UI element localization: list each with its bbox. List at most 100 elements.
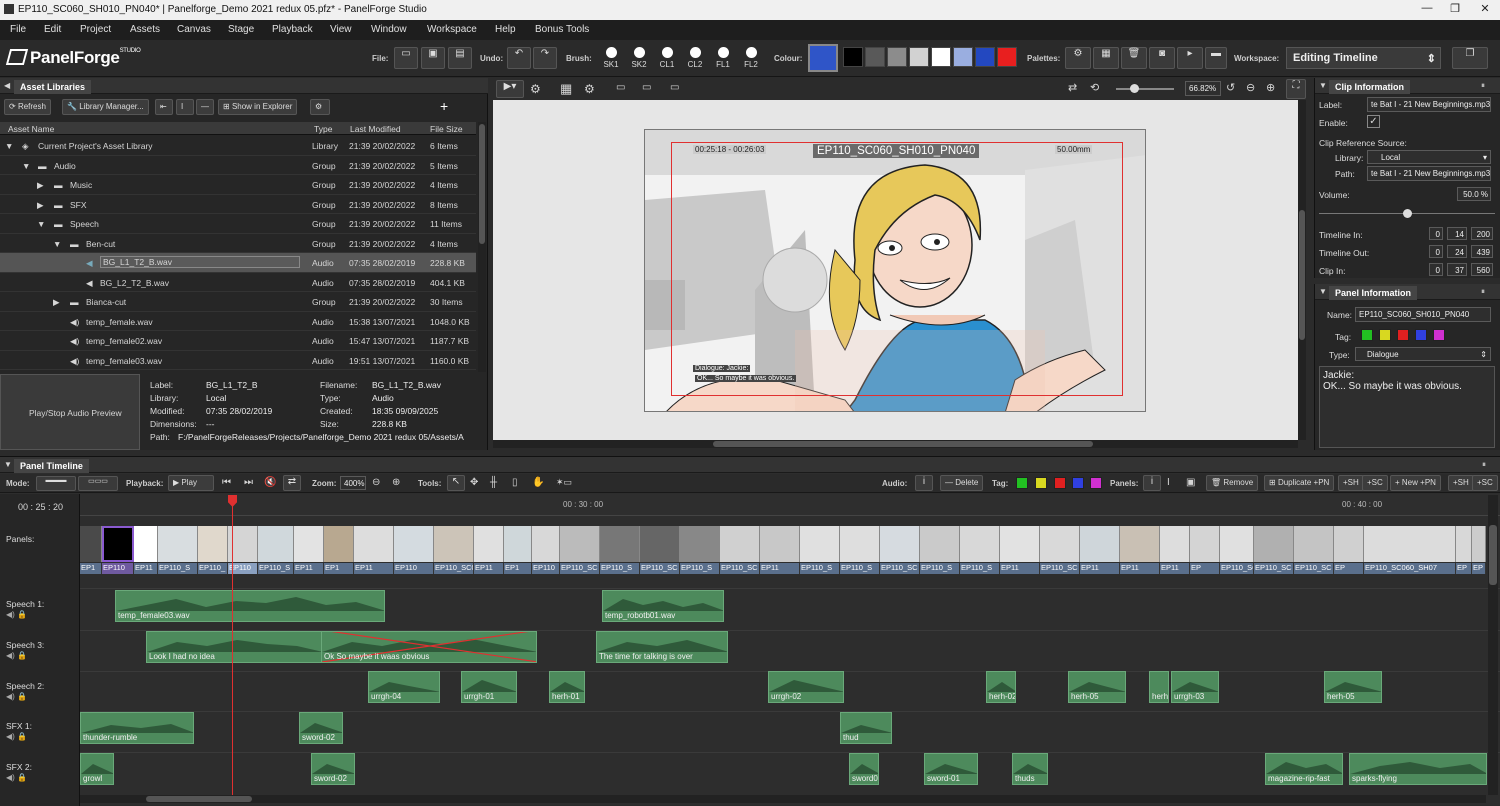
menu-file[interactable]: File: [10, 24, 26, 35]
audio-clip[interactable]: sword-01: [924, 753, 978, 785]
hand-tool-icon[interactable]: ✋: [532, 477, 544, 488]
panel-thumbnail[interactable]: [840, 526, 880, 562]
panel-label[interactable]: EP110_SC060_SH07: [1364, 563, 1456, 574]
pointer-tool-icon[interactable]: ↖: [447, 475, 465, 491]
panel-thumbnail[interactable]: [1456, 526, 1472, 562]
clip-label-field[interactable]: te Bat I - 21 New Beginnings.mp3: [1367, 97, 1491, 112]
panel-label[interactable]: EP11: [1080, 563, 1120, 574]
menu-canvas[interactable]: Canvas: [177, 24, 211, 35]
timeline-tag-yellow[interactable]: [1035, 477, 1047, 489]
tab-asset-libraries[interactable]: Asset Libraries: [14, 80, 92, 94]
panel-thumbnail[interactable]: [1220, 526, 1254, 562]
tag-green[interactable]: [1361, 329, 1373, 341]
audio-clip[interactable]: herh-05: [1068, 671, 1126, 703]
refresh-button[interactable]: ⟳ Refresh: [4, 99, 51, 115]
audio-clip[interactable]: growl: [80, 753, 114, 785]
audio-clip[interactable]: urrgh-01: [461, 671, 517, 703]
duplicate-scene-button[interactable]: +SC: [1362, 475, 1388, 491]
magic-tool-icon[interactable]: ✶▭: [556, 477, 572, 488]
clip-in-frames[interactable]: 560: [1471, 263, 1493, 276]
table-row-selected[interactable]: ◀ BG_L1_T2_B.wav Audio 07:35 28/02/2019 228.…: [0, 253, 476, 273]
audio-clip[interactable]: sparks-flying: [1349, 753, 1487, 785]
timeline-tag-blue[interactable]: [1072, 477, 1084, 489]
audio-clip[interactable]: herh-05: [1324, 671, 1382, 703]
col-last-modified[interactable]: Last Modified: [350, 124, 401, 134]
panel-label[interactable]: EP110_SC: [880, 563, 920, 574]
panel-label[interactable]: EP11: [294, 563, 324, 574]
panel-thumbnail[interactable]: [258, 526, 294, 562]
panel-label[interactable]: EP110_SC: [1254, 563, 1294, 574]
brush-cl1[interactable]: CL1: [655, 46, 679, 74]
zoom-field[interactable]: 66.82%: [1185, 81, 1221, 96]
col-asset-name[interactable]: Asset Name: [8, 124, 54, 134]
menu-stage[interactable]: Stage: [228, 24, 254, 35]
tag-magenta[interactable]: [1433, 329, 1445, 341]
panel-label[interactable]: EP110_SC: [560, 563, 600, 574]
table-row[interactable]: ◀) temp_female.wav Audio 15:38 13/07/2021 10…: [0, 312, 476, 331]
audio-clip[interactable]: The time for talking is over: [596, 631, 728, 663]
tag-red[interactable]: [1397, 329, 1409, 341]
timeline-in-hours[interactable]: 0: [1429, 227, 1443, 240]
panel-thumbnail[interactable]: [560, 526, 600, 562]
panel-thumbnail[interactable]: [1160, 526, 1190, 562]
audio-clip[interactable]: herh: [1149, 671, 1169, 703]
tag-blue[interactable]: [1415, 329, 1427, 341]
collapse-icon[interactable]: ▼: [1319, 81, 1327, 90]
new-shot-button[interactable]: +SH: [1448, 475, 1474, 491]
canvas-h-scrollbar[interactable]: [493, 440, 1298, 448]
timeline-out-hours[interactable]: 0: [1429, 245, 1443, 258]
panel-label[interactable]: EP110_S: [600, 563, 640, 574]
menu-window[interactable]: Window: [371, 24, 407, 35]
panel-label[interactable]: EP110_: [198, 563, 228, 574]
table-row[interactable]: ▶ ▬ Music Group 21:39 20/02/2022 4 Items: [0, 175, 476, 195]
mute-icon[interactable]: 🔇: [264, 477, 276, 488]
col-file-size[interactable]: File Size: [430, 124, 463, 134]
panel-notes[interactable]: Jackie: OK... So maybe it was obvious.: [1319, 366, 1495, 448]
palette-terminal-icon[interactable]: ▸: [1177, 47, 1203, 69]
audio-clip[interactable]: Look I had no idea: [146, 631, 322, 663]
panel-thumbnail[interactable]: [1120, 526, 1160, 562]
asset-scrollbar[interactable]: [478, 122, 486, 372]
panel-thumbnail[interactable]: [1040, 526, 1080, 562]
audio-clip[interactable]: sword-02: [311, 753, 355, 785]
audio-clip[interactable]: herh-01: [549, 671, 585, 703]
panel-label[interactable]: EP1: [504, 563, 532, 574]
remove-icon[interactable]: —: [196, 99, 214, 115]
panel-label[interactable]: EP11: [134, 563, 158, 574]
playhead[interactable]: [232, 495, 233, 795]
add-icon[interactable]: +: [440, 98, 448, 114]
panel-label[interactable]: EP: [1472, 563, 1486, 574]
clip-path-field[interactable]: te Bat I - 21 New Beginnings.mp3: [1367, 166, 1491, 181]
panel-label[interactable]: EP: [1456, 563, 1472, 574]
panel-thumbnail[interactable]: [198, 526, 228, 562]
panel-label[interactable]: EP11: [474, 563, 504, 574]
table-row[interactable]: ◀) temp_female02.wav Audio 15:47 13/07/2021…: [0, 331, 476, 351]
panel-label[interactable]: EP110_S: [840, 563, 880, 574]
zoom-out-icon[interactable]: ⊖: [372, 477, 380, 488]
panel-label[interactable]: EP110_SC: [1220, 563, 1254, 574]
panel-label[interactable]: EP110_SC: [720, 563, 760, 574]
table-row[interactable]: ▼ ▬ Audio Group 21:39 20/02/2022 5 Items: [0, 156, 476, 175]
panel-info-icon[interactable]: i: [1143, 475, 1161, 491]
current-colour-swatch[interactable]: [808, 44, 838, 72]
menu-view[interactable]: View: [330, 24, 352, 35]
panel-thumbnail[interactable]: [434, 526, 474, 562]
panel-thumbnail[interactable]: [800, 526, 840, 562]
panel-thumbnail[interactable]: [1254, 526, 1294, 562]
audio-clip[interactable]: herh-02: [986, 671, 1016, 703]
select-tool-icon[interactable]: ▶▾: [496, 80, 524, 98]
timeline-tag-red[interactable]: [1054, 477, 1066, 489]
panel-thumbnail[interactable]: [134, 526, 158, 562]
enable-checkbox[interactable]: ✓: [1367, 115, 1380, 128]
panel-thumbnail[interactable]: [324, 526, 354, 562]
zoom-in-icon[interactable]: ⊕: [392, 477, 400, 488]
time-ruler[interactable]: 00 : 30 : 00 00 : 40 : 00: [80, 494, 1500, 516]
timeline-zoom-field[interactable]: 400%: [340, 476, 366, 490]
window-layout-icon[interactable]: ❐: [1452, 47, 1488, 69]
col-type[interactable]: Type: [314, 124, 332, 134]
timeline-v-scrollbar[interactable]: [1488, 495, 1498, 795]
panel-label[interactable]: EP110: [102, 563, 134, 574]
audio-clip[interactable]: magazine-rip-fast: [1265, 753, 1343, 785]
open-folder-icon[interactable]: ▭: [394, 47, 418, 69]
brush-cl2[interactable]: CL2: [683, 46, 707, 74]
